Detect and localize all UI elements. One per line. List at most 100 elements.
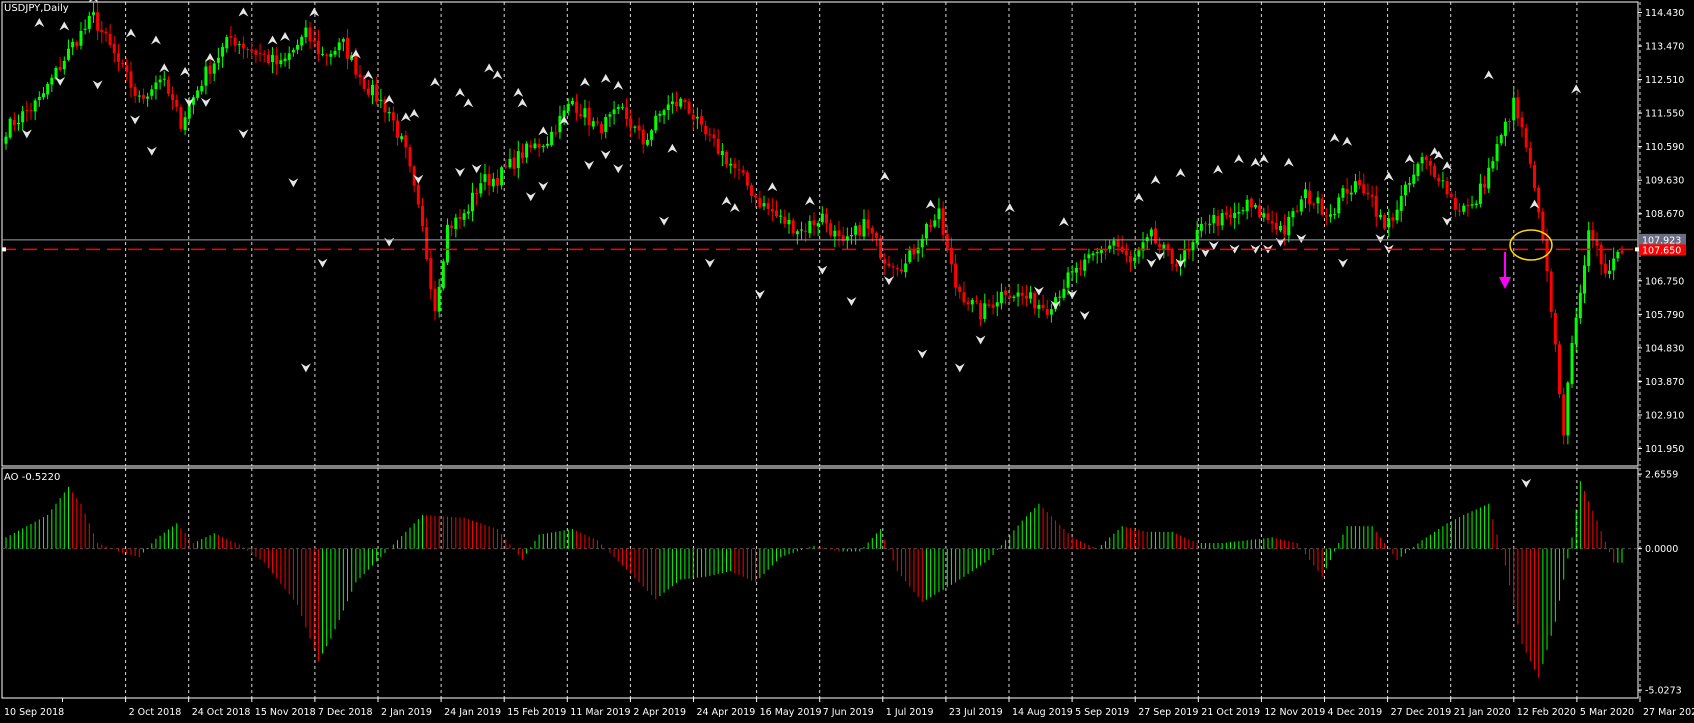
candle-body bbox=[1320, 198, 1324, 215]
candle-body bbox=[1453, 197, 1457, 210]
candle-body bbox=[1158, 244, 1162, 248]
candle-body bbox=[937, 208, 941, 220]
level-line-handle-left[interactable] bbox=[2, 247, 6, 252]
candle-body bbox=[1228, 214, 1232, 218]
candle-body bbox=[1366, 192, 1370, 195]
candle-body bbox=[454, 217, 458, 229]
candle-body bbox=[745, 172, 749, 186]
time-axis[interactable]: 10 Sep 2018 2 Oct 2018 24 Oct 2018 15 Nov 2… bbox=[4, 698, 1694, 718]
candle-body bbox=[604, 116, 608, 132]
candle-body bbox=[1562, 394, 1566, 436]
candle-body bbox=[229, 36, 233, 38]
metatrader-chart-window[interactable]: 114.430 113.470 112.510 111.550 110.590 109.6… bbox=[0, 0, 1694, 723]
time-tick-label: 5 Sep 2019 bbox=[1075, 707, 1129, 718]
fractal-up-marker bbox=[1213, 164, 1223, 174]
candle-body bbox=[470, 192, 474, 212]
fractal-down-marker bbox=[146, 146, 157, 156]
candle-body bbox=[979, 303, 983, 320]
candle-body bbox=[316, 40, 320, 55]
candle-body bbox=[1612, 258, 1616, 271]
ao-tick-label: 0.0000 bbox=[1645, 544, 1678, 555]
price-axis[interactable]: 114.430 113.470 112.510 111.550 110.590 109.6… bbox=[1638, 8, 1686, 697]
candle-body bbox=[1553, 312, 1557, 345]
candle-body bbox=[1387, 218, 1391, 228]
fractal-up-marker bbox=[309, 7, 320, 17]
candle-body bbox=[1524, 128, 1528, 148]
candle-body bbox=[637, 125, 641, 131]
fractal-up-marker bbox=[1150, 175, 1161, 185]
candle-body bbox=[1033, 292, 1037, 309]
time-tick-label: 7 Jun 2019 bbox=[823, 707, 874, 718]
candle-body bbox=[712, 134, 716, 139]
candle-body bbox=[650, 130, 654, 140]
candle-body bbox=[150, 89, 154, 96]
indicator-title: AO -0.5220 bbox=[4, 472, 61, 483]
candle-body bbox=[1383, 214, 1387, 229]
time-tick-label: 15 Feb 2019 bbox=[507, 707, 566, 718]
candle-body bbox=[1487, 167, 1491, 189]
fractal-down-marker bbox=[384, 237, 395, 247]
fractal-down-marker bbox=[613, 164, 624, 174]
candle-body bbox=[433, 288, 437, 311]
candle-body bbox=[908, 250, 912, 263]
candle-body bbox=[1324, 215, 1328, 217]
candle-body bbox=[1199, 223, 1203, 231]
price-tick-label: 110.590 bbox=[1645, 142, 1684, 153]
candle-body bbox=[237, 44, 241, 46]
candle-body bbox=[75, 42, 79, 47]
candle-body bbox=[895, 268, 899, 270]
candle-body bbox=[1412, 174, 1416, 184]
chart-symbol-title: USDJPY,Daily bbox=[4, 3, 69, 14]
level-line-handle-right[interactable] bbox=[1635, 247, 1639, 252]
candle-body bbox=[779, 215, 783, 217]
candle-body bbox=[1437, 177, 1441, 182]
candle-body bbox=[924, 223, 928, 239]
candle-body bbox=[475, 192, 479, 195]
vertical-grid bbox=[125, 2, 1641, 698]
fractal-up-marker bbox=[463, 98, 474, 108]
candle-body bbox=[991, 304, 995, 308]
down-arrow-icon[interactable] bbox=[1499, 277, 1511, 289]
fractal-up-marker bbox=[667, 143, 678, 153]
candle-body bbox=[808, 221, 812, 234]
candle-body bbox=[420, 205, 424, 227]
chart-canvas[interactable]: 114.430 113.470 112.510 111.550 110.590 109.6… bbox=[0, 0, 1694, 723]
fractal-up-marker bbox=[267, 35, 278, 45]
fractal-down-marker bbox=[1375, 234, 1386, 244]
time-tick-label: 2 Oct 2018 bbox=[129, 707, 182, 718]
candle-body bbox=[133, 86, 137, 96]
candle-body bbox=[1458, 210, 1462, 212]
candle-body bbox=[608, 114, 612, 117]
candle-body bbox=[854, 225, 858, 235]
candle-body bbox=[1333, 214, 1337, 216]
candle-body bbox=[1216, 215, 1220, 226]
fractal-up-marker bbox=[1342, 136, 1353, 146]
candle-body bbox=[675, 101, 679, 107]
fractal-down-marker bbox=[817, 265, 828, 275]
candle-body bbox=[1029, 292, 1033, 299]
fractal-up-marker bbox=[925, 199, 936, 209]
candle-body bbox=[733, 163, 737, 169]
time-tick-label: 2 Jan 2019 bbox=[381, 707, 432, 718]
candle-body bbox=[1516, 97, 1520, 119]
candle-body bbox=[570, 100, 574, 105]
candle-body bbox=[812, 220, 816, 226]
candle-body bbox=[54, 67, 58, 79]
candle-body bbox=[337, 42, 341, 51]
candle-body bbox=[620, 107, 624, 109]
fractal-up-marker bbox=[1258, 154, 1269, 164]
candle-body bbox=[591, 121, 595, 127]
candle-body bbox=[525, 143, 529, 158]
candle-body bbox=[879, 238, 883, 259]
candle-body bbox=[275, 55, 279, 65]
candle-body bbox=[737, 169, 741, 171]
fractal-down-marker bbox=[883, 276, 894, 286]
fractal-up-marker bbox=[454, 87, 465, 97]
candle-body bbox=[437, 286, 441, 312]
candle-body bbox=[554, 132, 558, 134]
candle-body bbox=[512, 157, 516, 169]
candle-body bbox=[171, 94, 175, 101]
candle-body bbox=[679, 98, 683, 107]
price-tick-label: 108.670 bbox=[1645, 209, 1684, 220]
candle-body bbox=[287, 53, 291, 60]
